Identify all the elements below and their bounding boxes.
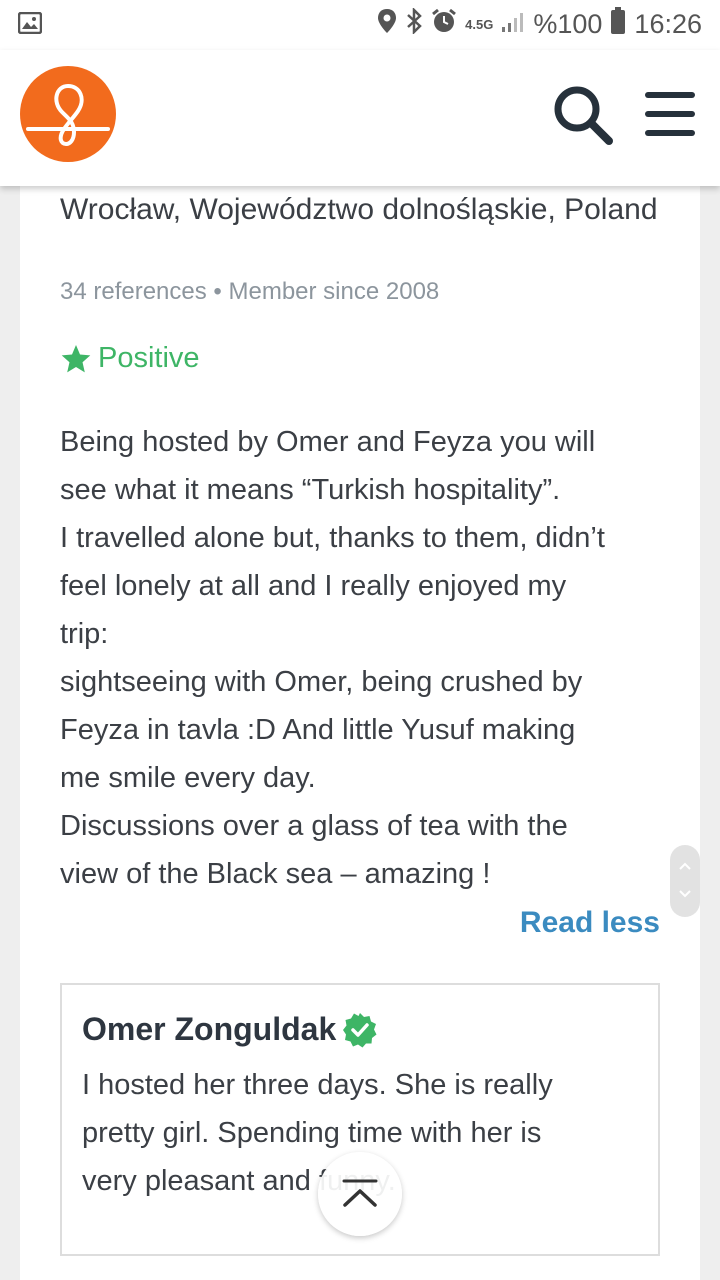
- fast-scroll-handle[interactable]: [670, 845, 700, 917]
- text-line: Discussions over a glass of tea with the: [60, 810, 568, 842]
- read-less-link[interactable]: Read less: [520, 906, 660, 940]
- text-line: pretty girl. Spending time with her is: [82, 1117, 542, 1149]
- text-line: feel lonely at all and I really enjoyed …: [60, 570, 567, 602]
- text-line: I travelled alone but, thanks to them, d…: [60, 522, 605, 554]
- text-line: me smile every day.: [60, 762, 316, 794]
- text-line: view of the Black sea – amazing !: [60, 858, 491, 890]
- reference-location: Wrocław, Województwo dolnośląskie, Polan…: [60, 193, 658, 226]
- hamburger-menu-icon[interactable]: [644, 90, 696, 138]
- network-type: 4.5G: [465, 16, 494, 32]
- status-bar: 4.5G %100 16:26: [0, 0, 720, 50]
- search-icon[interactable]: [552, 84, 614, 146]
- image-icon: [17, 11, 43, 39]
- bluetooth-icon: [405, 6, 423, 41]
- reference-card: Wrocław, Województwo dolnośląskie, Polan…: [20, 186, 700, 1280]
- app-header: [0, 50, 720, 186]
- verified-badge-icon: [343, 1012, 377, 1047]
- text-line: Feyza in tavla :D And little Yusuf makin…: [60, 714, 576, 746]
- couchsurfing-logo[interactable]: [20, 66, 116, 162]
- rating-label: Positive: [98, 342, 200, 374]
- text-line: Being hosted by Omer and Feyza you will: [60, 426, 596, 458]
- text-line: sightseeing with Omer, being crushed by: [60, 666, 583, 698]
- star-icon: [61, 344, 91, 372]
- reference-meta: 34 references • Member since 2008: [60, 278, 440, 305]
- text-line: trip:: [60, 618, 109, 650]
- responder-name[interactable]: Omer Zonguldak: [82, 1011, 336, 1048]
- text-line: see what it means “Turkish hospitality”.: [60, 474, 561, 506]
- text-line: I hosted her three days. She is really: [82, 1069, 553, 1101]
- alarm-icon: [431, 8, 457, 41]
- location-icon: [377, 8, 397, 41]
- battery-icon: [610, 6, 626, 42]
- clock: 16:26: [634, 8, 702, 39]
- signal-icon: [501, 9, 525, 40]
- chevron-up-bar-icon: [342, 1179, 378, 1207]
- rating-badge: Positive: [60, 342, 200, 375]
- reference-text: Being hosted by Omer and Feyza you will …: [60, 418, 670, 898]
- battery-level: %100: [533, 8, 603, 39]
- back-to-top-button[interactable]: [318, 1152, 402, 1236]
- responder-name-row: Omer Zonguldak: [82, 1011, 378, 1048]
